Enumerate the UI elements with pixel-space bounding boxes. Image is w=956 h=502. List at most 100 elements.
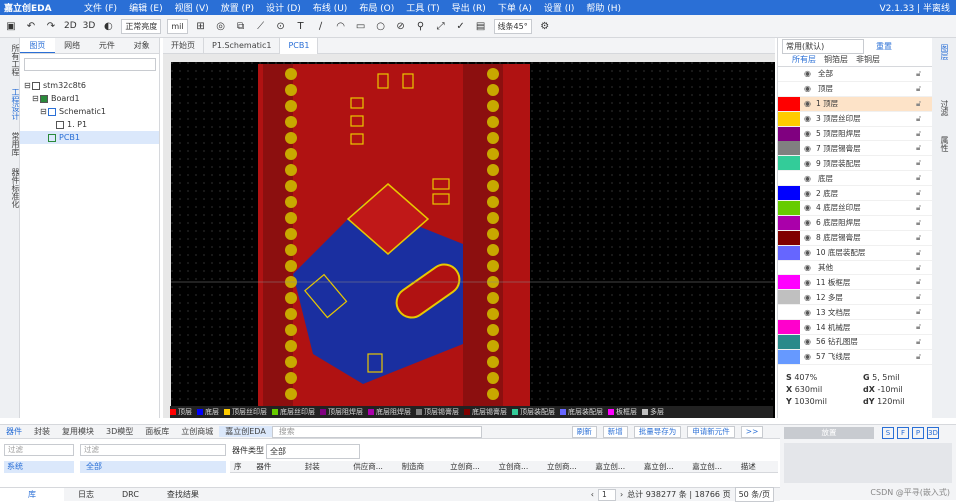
layer-row[interactable]: ◉ 5 顶层阻焊层 🔓︎ — [778, 126, 932, 142]
lock-icon[interactable]: 🔓︎ — [916, 352, 932, 362]
lock-icon[interactable]: 🔓︎ — [916, 84, 932, 94]
layer-row[interactable]: ◉ 10 底层装配层 🔓︎ — [778, 245, 932, 261]
lock-icon[interactable]: 🔓︎ — [916, 173, 932, 183]
prev-page-icon[interactable]: ‹ — [591, 490, 594, 499]
eye-icon[interactable]: ◉ — [804, 159, 816, 168]
lock-icon[interactable]: 🔓︎ — [916, 277, 932, 287]
tree-node-pcb[interactable]: PCB1 — [20, 131, 159, 144]
add-button[interactable]: 新增 — [602, 425, 628, 438]
eye-icon[interactable]: ◉ — [804, 278, 816, 287]
layer-row[interactable]: ◉ 14 机械层 🔓︎ — [778, 320, 932, 336]
layer-color-swatch[interactable] — [778, 275, 800, 290]
lock-icon[interactable]: 🔓︎ — [916, 188, 932, 198]
measure-icon[interactable]: ⤢ — [434, 19, 448, 33]
eye-icon[interactable]: ◉ — [804, 84, 816, 93]
lock-icon[interactable]: 🔓︎ — [916, 263, 932, 273]
eye-icon[interactable]: ◉ — [804, 352, 816, 361]
lock-icon[interactable]: 🔓︎ — [916, 292, 932, 302]
layer-row[interactable]: ◉ 1 顶层 🔓︎ — [778, 96, 932, 112]
place-button[interactable]: 放置 — [784, 427, 874, 439]
preview-footprint-button[interactable]: F — [897, 427, 909, 439]
layer-row[interactable]: ◉ 6 底层阻焊层 🔓︎ — [778, 215, 932, 231]
tree-node-sheet[interactable]: 1. P1 — [20, 118, 159, 131]
eye-icon[interactable]: ◉ — [804, 174, 816, 183]
eye-icon[interactable]: ◉ — [804, 189, 816, 198]
preview-pcb-button[interactable]: P — [912, 427, 924, 439]
menu-edit[interactable]: 编辑 (E) — [123, 1, 169, 14]
view-3d-button[interactable]: 3D — [83, 21, 96, 31]
layer-color-swatch[interactable] — [778, 320, 800, 335]
tab-footprints[interactable]: 封装 — [28, 426, 56, 437]
brightness-select[interactable]: 正常亮度 — [121, 18, 162, 34]
menu-place[interactable]: 放置 (P) — [215, 1, 260, 14]
eye-icon[interactable]: ◉ — [804, 144, 816, 153]
preview-symbol-button[interactable]: S — [882, 427, 894, 439]
layer-group-row[interactable]: ◉ 底层 🔓︎ — [778, 171, 932, 187]
no-icon[interactable]: ⊘ — [394, 19, 408, 33]
layer-chip-bottom-silk[interactable]: 底层丝印层 — [272, 407, 318, 417]
project-search-input[interactable] — [24, 58, 156, 71]
lock-icon[interactable]: 🔓︎ — [916, 218, 932, 228]
layer-chip-top-mask[interactable]: 顶层阻焊层 — [320, 407, 366, 417]
eye-icon[interactable]: ◉ — [804, 233, 816, 242]
status-tab-find-results[interactable]: 查找结果 — [153, 489, 213, 500]
more-button[interactable]: >> — [740, 425, 764, 438]
tab-objects[interactable]: 对象 — [124, 38, 159, 53]
via-icon[interactable]: ⊙ — [274, 19, 288, 33]
layer-color-swatch[interactable] — [778, 215, 800, 230]
batch-save-button[interactable]: 批量导存为 — [633, 425, 682, 438]
layer-color-swatch[interactable] — [778, 96, 800, 111]
eye-icon[interactable]: ◉ — [804, 129, 816, 138]
subcategory-item-all[interactable]: 全部 — [80, 461, 226, 473]
vtab-layers[interactable]: 图层 — [938, 44, 950, 60]
new-icon[interactable]: ▣ — [4, 19, 18, 33]
lock-icon[interactable]: 🔓︎ — [916, 203, 932, 213]
line-angle-select[interactable]: 线条45° — [493, 18, 532, 34]
rect-icon[interactable]: ▭ — [354, 19, 368, 33]
circle-icon[interactable]: ○ — [374, 19, 388, 33]
layer-row[interactable]: ◉ 11 板框层 🔓︎ — [778, 275, 932, 291]
copper-icon[interactable]: ▤ — [474, 19, 488, 33]
lock-icon[interactable]: 🔓︎ — [916, 114, 932, 124]
layer-color-swatch[interactable] — [778, 334, 800, 349]
tree-node-schematic[interactable]: ⊟ Schematic1 — [20, 105, 159, 118]
refresh-button[interactable]: 刷新 — [571, 425, 597, 438]
tab-components[interactable]: 元件 — [90, 38, 125, 53]
menu-view[interactable]: 视图 (V) — [169, 1, 215, 14]
line-icon[interactable]: ∕ — [314, 19, 328, 33]
tab-start-page[interactable]: 开始页 — [163, 38, 204, 54]
vtab-filter[interactable]: 过滤 — [938, 100, 950, 116]
tab-3d-models[interactable]: 3D模型 — [100, 426, 139, 437]
vtab-project-design[interactable]: 工程设计 — [0, 82, 20, 126]
view-2d-button[interactable]: 2D — [64, 21, 77, 31]
category-filter-input[interactable]: 过滤 — [4, 444, 74, 456]
redo-icon[interactable]: ↷ — [44, 19, 58, 33]
layer-row[interactable]: ◉ 8 底层锡膏层 🔓︎ — [778, 230, 932, 246]
reset-button[interactable]: 重置 — [876, 41, 892, 52]
category-item-system[interactable]: 系统 — [4, 461, 74, 473]
layer-chip-board-outline[interactable]: 板框层 — [608, 407, 640, 417]
device-filter-input[interactable]: 过滤 — [80, 444, 226, 456]
lock-icon[interactable]: 🔓︎ — [916, 307, 932, 317]
layer-chip-top-paste[interactable]: 顶层锡膏层 — [416, 407, 462, 417]
layer-color-swatch[interactable] — [778, 305, 800, 320]
vtab-common-lib[interactable]: 常用库 — [0, 126, 20, 162]
pin-icon[interactable]: ⚲ — [414, 19, 428, 33]
eye-icon[interactable]: ◉ — [804, 218, 816, 227]
eye-icon[interactable]: ◉ — [804, 99, 816, 108]
menu-help[interactable]: 帮助 (H) — [580, 1, 627, 14]
unit-select[interactable]: mil — [167, 18, 188, 34]
layer-chip-bottom[interactable]: 底层 — [197, 407, 222, 417]
eye-icon[interactable]: ◉ — [804, 69, 816, 78]
layer-color-swatch[interactable] — [778, 245, 800, 260]
vtab-all-projects[interactable]: 所有工程 — [0, 38, 20, 82]
route-icon[interactable]: ⟋ — [254, 19, 268, 33]
menu-settings[interactable]: 设置 (I) — [538, 1, 581, 14]
layer-row[interactable]: ◉ 2 底层 🔓︎ — [778, 186, 932, 202]
layer-color-swatch[interactable] — [778, 141, 800, 156]
lock-icon[interactable]: 🔓︎ — [916, 143, 932, 153]
lock-icon[interactable]: 🔓︎ — [916, 99, 932, 109]
tree-node-board[interactable]: ⊟ Board1 — [20, 92, 159, 105]
eye-icon[interactable]: ◉ — [804, 323, 816, 332]
lock-icon[interactable]: 🔓︎ — [916, 158, 932, 168]
